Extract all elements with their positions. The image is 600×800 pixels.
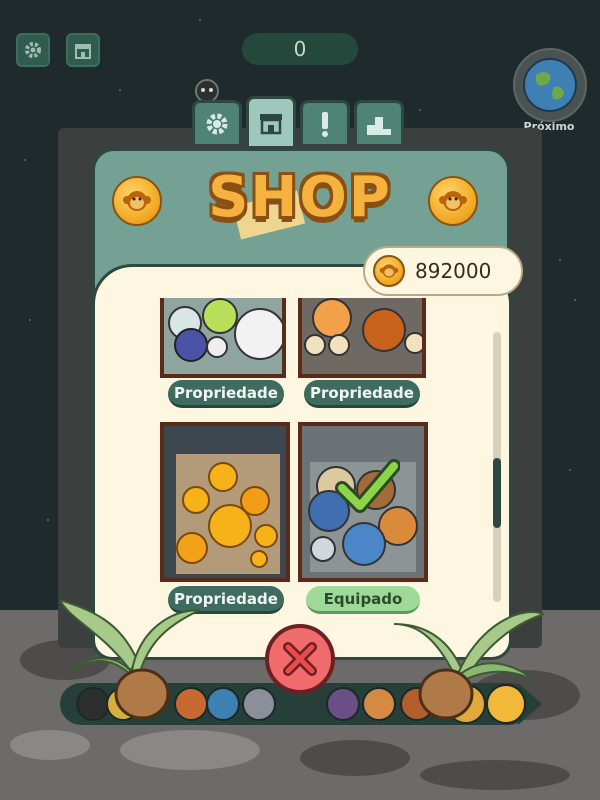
shop-title: SHOP — [208, 165, 392, 230]
coin-icon — [373, 255, 405, 287]
coin-icon-left — [112, 176, 162, 226]
palm-right-icon — [394, 611, 544, 720]
coin-balance: 892000 — [363, 246, 523, 296]
gear-icon — [25, 42, 41, 58]
scrollbar-thumb[interactable] — [493, 458, 501, 528]
coin-icon-right — [428, 176, 478, 226]
next-planet — [513, 48, 587, 122]
close-button[interactable] — [265, 624, 335, 694]
tab-ranking[interactable] — [354, 100, 404, 144]
palm-left-icon — [60, 598, 200, 720]
tab-alert[interactable] — [300, 100, 350, 144]
podium-icon — [367, 116, 391, 135]
settings-button[interactable] — [16, 33, 50, 67]
monkey-face-icon — [379, 264, 399, 278]
shop-icon — [260, 113, 282, 134]
evolution-planet-4 — [206, 687, 240, 721]
gear-icon — [206, 113, 228, 134]
card-1-button[interactable]: Propriedade — [168, 380, 284, 408]
card-2-button[interactable]: Propriedade — [304, 380, 420, 408]
score-display: 0 — [242, 33, 358, 65]
skin-card-sports[interactable] — [160, 298, 286, 378]
earth-icon — [523, 58, 577, 112]
checkmark-icon — [335, 459, 400, 513]
coin-amount: 892000 — [415, 259, 492, 283]
evolution-planet-5 — [242, 687, 276, 721]
tab-settings[interactable] — [192, 100, 242, 144]
evolution-planet-6 — [326, 687, 360, 721]
skin-card-numbers[interactable] — [298, 298, 426, 378]
close-icon — [283, 642, 317, 676]
shop-button[interactable] — [66, 33, 100, 67]
skin-card-citrus[interactable] — [160, 422, 290, 582]
shop-icon — [75, 44, 91, 59]
exclamation-icon — [322, 111, 328, 137]
skin-card-planets[interactable] — [298, 422, 428, 582]
next-preview: Próximo — [513, 48, 587, 138]
tab-shop[interactable] — [246, 96, 296, 146]
monkey-face-icon — [123, 191, 151, 211]
monkey-face-icon — [439, 191, 467, 211]
evolution-planet-7 — [362, 687, 396, 721]
